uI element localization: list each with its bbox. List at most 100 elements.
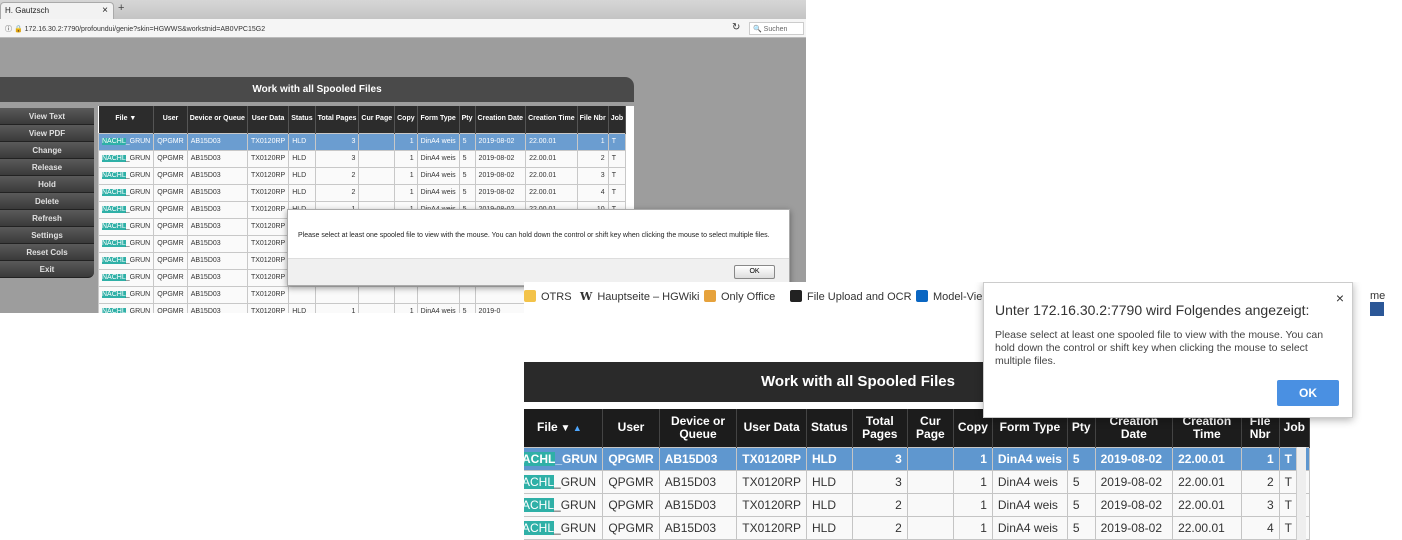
file-highlight: NACHL — [102, 189, 126, 196]
column-header-user[interactable]: User — [602, 409, 660, 447]
cell-queue: AB15D03 — [658, 446, 738, 471]
column-header-user[interactable]: User — [153, 106, 188, 133]
cell-pty — [458, 285, 476, 304]
linkedin-icon — [916, 290, 928, 302]
column-header-copy[interactable]: Copy — [394, 106, 418, 133]
sidebar-button-view-pdf[interactable]: View PDF — [0, 125, 94, 142]
table-row[interactable]: NACHL_GRUN QPGMR AB15D03 TX0120RP HLD 3 1 DinA4… — [98, 132, 627, 151]
sidebar-button-hold[interactable]: Hold — [0, 176, 94, 193]
cell-cur — [358, 302, 396, 313]
table-row[interactable]: ACHL_GRUN QPGMR AB15D03 TX0120RP HLD 3 1 DinA4 … — [524, 469, 1310, 494]
table-row[interactable]: ACHL_GRUN QPGMR AB15D03 TX0120RP HLD 3 1 DinA4 … — [524, 446, 1310, 471]
bookmark-fileupload[interactable]: File Upload and OCR — [790, 290, 912, 303]
file-highlight: NACHL — [102, 291, 126, 298]
cell-cur — [358, 183, 396, 202]
column-header-job[interactable]: Job — [608, 106, 627, 133]
cell-udata: TX0120RP — [246, 132, 290, 151]
bookmark-modelview[interactable]: Model-Vie — [916, 290, 982, 303]
close-icon[interactable]: × — [1336, 290, 1344, 306]
cell-user: QPGMR — [153, 132, 188, 151]
cell-user: QPGMR — [153, 268, 188, 287]
sidebar-button-reset-cols[interactable]: Reset Cols — [0, 244, 94, 261]
column-header-total-pages[interactable]: Total Pages — [315, 106, 360, 133]
cell-user: QPGMR — [602, 515, 660, 540]
cell-user: QPGMR — [602, 446, 660, 471]
sidebar-button-refresh[interactable]: Refresh — [0, 210, 94, 227]
sidebar: View Text View PDF Change Release Hold Delete… — [0, 108, 94, 278]
address-bar[interactable]: ⓘ 🔒 172.16.30.2:7790/profoundui/genie?sk… — [0, 19, 806, 38]
cell-user: QPGMR — [153, 285, 188, 304]
file-rest: _GRUN — [125, 138, 151, 145]
reload-icon[interactable]: ↻ — [732, 22, 740, 33]
column-header-device-or-queue[interactable]: Device or Queue — [187, 106, 248, 133]
sidebar-button-delete[interactable]: Delete — [0, 193, 94, 210]
column-header-file[interactable]: File ▼ — [98, 106, 155, 133]
column-header-user-data[interactable]: User Data — [736, 409, 807, 447]
new-tab-button[interactable]: + — [118, 2, 124, 14]
browser-tab[interactable]: H. Gautzsch × — [0, 2, 114, 19]
column-header-device-or-queue[interactable]: Device or Queue — [659, 409, 738, 447]
bookmark-hgwiki[interactable]: W Hauptseite – HGWiki — [580, 290, 699, 303]
sidebar-button-release[interactable]: Release — [0, 159, 94, 176]
bookmark-onlyoffice[interactable]: Only Office — [704, 290, 775, 303]
column-header-status[interactable]: Status — [806, 409, 853, 447]
ok-button-zoomed[interactable]: OK — [1277, 380, 1339, 406]
ok-button[interactable]: OK — [734, 265, 775, 279]
cell-date: 2019-08-02 — [1094, 469, 1174, 494]
cell-pages: 2 — [314, 183, 360, 202]
file-highlight: NACHL — [102, 138, 126, 145]
cell-udata: TX0120RP — [246, 268, 290, 287]
cell-cur — [358, 132, 396, 151]
cell-time: 22.00.01 — [1172, 446, 1242, 471]
cell-time: 22.00.01 — [1172, 492, 1242, 517]
column-header-pty[interactable]: Pty — [459, 106, 476, 133]
column-header-cur-page[interactable]: Cur Page — [907, 409, 954, 447]
sidebar-button-change[interactable]: Change — [0, 142, 94, 159]
column-header-user-data[interactable]: User Data — [247, 106, 290, 133]
sidebar-button-view-text[interactable]: View Text — [0, 108, 94, 125]
bookmark-otrs[interactable]: OTRS — [524, 290, 572, 303]
table-row[interactable]: NACHL_GRUN QPGMR AB15D03 TX0120RP HLD 2 1 DinA4… — [98, 166, 627, 185]
cell-user: QPGMR — [153, 234, 188, 253]
column-header-creation-date[interactable]: Creation Date — [475, 106, 527, 133]
cell-queue: AB15D03 — [186, 149, 248, 168]
table-row[interactable]: NACHL_GRUN QPGMR AB15D03 TX0120RP HLD 3 1 DinA4… — [98, 149, 627, 168]
cell-pages: 2 — [851, 515, 908, 540]
alert-dialog-zoomed: Unter 172.16.30.2:7790 wird Folgendes an… — [983, 282, 1353, 418]
sidebar-button-exit[interactable]: Exit — [0, 261, 94, 278]
table-scrollbar[interactable] — [1296, 447, 1306, 540]
file-highlight: NACHL — [102, 206, 126, 213]
cell-job: T — [607, 183, 627, 202]
table-row[interactable]: ACHL_GRUN QPGMR AB15D03 TX0120RP HLD 2 1 DinA4 … — [524, 492, 1310, 517]
cell-cur — [906, 515, 954, 540]
cell-pty: 5 — [1066, 469, 1096, 494]
column-header-status[interactable]: Status — [288, 106, 316, 133]
table-row[interactable]: ACHL_GRUN QPGMR AB15D03 TX0120RP HLD 2 1 DinA4 … — [524, 515, 1310, 540]
sidebar-button-settings[interactable]: Settings — [0, 227, 94, 244]
cell-queue: AB15D03 — [186, 234, 248, 253]
column-header-file[interactable]: File ▼ ▲ — [524, 409, 604, 447]
file-highlight: NACHL — [102, 240, 126, 247]
url-text: ⓘ 🔒 172.16.30.2:7790/profoundui/genie?sk… — [5, 26, 266, 33]
cell-user: QPGMR — [602, 469, 660, 494]
column-header-file-nbr[interactable]: File Nbr — [577, 106, 609, 133]
tab-title: H. Gautzsch — [5, 6, 50, 15]
cell-time: 22.00.01 — [525, 149, 578, 168]
column-header-creation-time[interactable]: Creation Time — [525, 106, 578, 133]
bookmark-right[interactable]: me — [1370, 290, 1402, 316]
file-rest: _GRUN — [125, 155, 151, 162]
cell-nbr: 2 — [576, 149, 609, 168]
column-header-total-pages[interactable]: Total Pages — [852, 409, 908, 447]
cell-nbr: 4 — [1240, 515, 1280, 540]
cell-file: NACHL_GRUN — [98, 166, 155, 185]
column-header-form-type[interactable]: Form Type — [417, 106, 460, 133]
tab-close-icon[interactable]: × — [102, 5, 108, 16]
search-box[interactable]: 🔍 Suchen — [749, 22, 804, 35]
cell-user: QPGMR — [602, 492, 660, 517]
cell-status: HLD — [288, 132, 316, 151]
alert-message-zoomed: Please select at least one spooled file … — [995, 329, 1324, 367]
column-header-cur-page[interactable]: Cur Page — [358, 106, 396, 133]
file-rest: _GRUN — [125, 206, 151, 213]
table-row[interactable]: NACHL_GRUN QPGMR AB15D03 TX0120RP HLD 2 1 DinA4… — [98, 183, 627, 202]
cell-pages — [314, 285, 360, 304]
